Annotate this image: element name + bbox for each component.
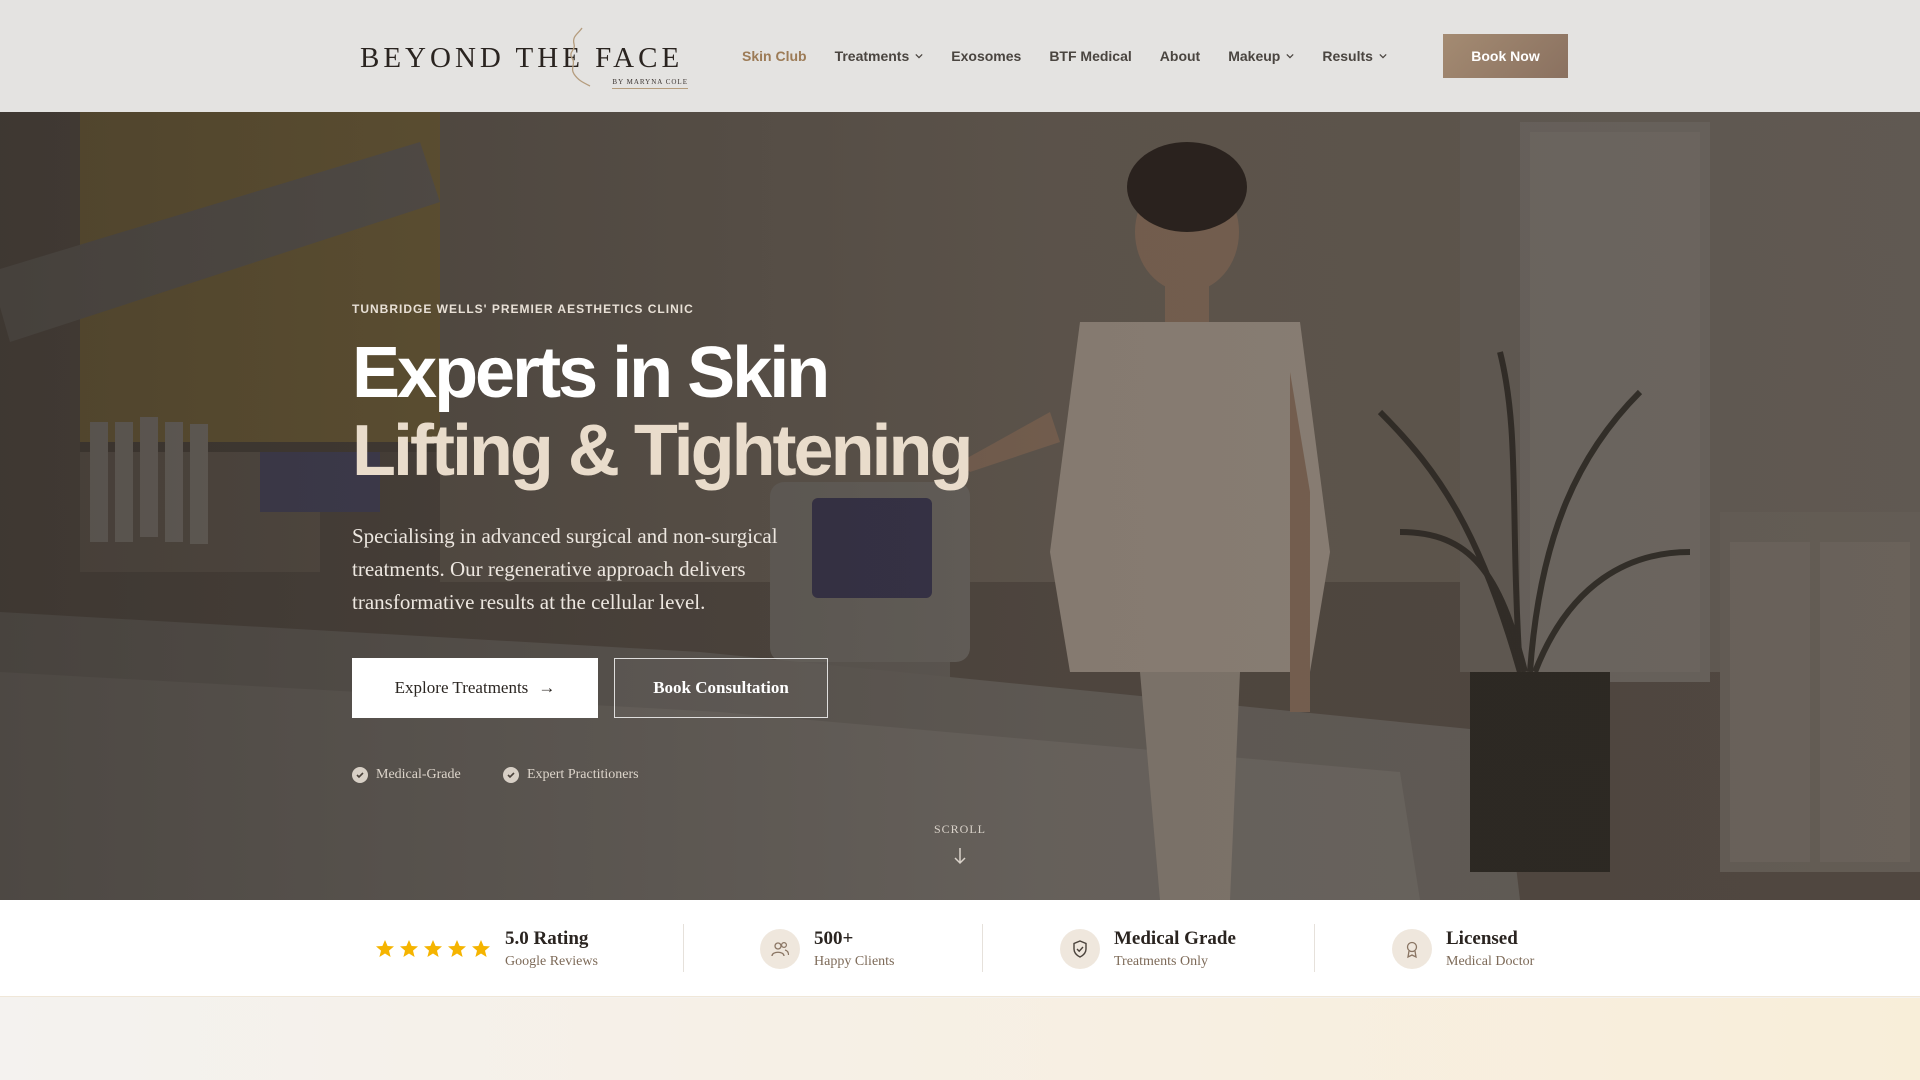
feature-expert-practitioners: Expert Practitioners (503, 767, 639, 783)
scroll-label[interactable]: SCROLL (932, 822, 988, 837)
stat-clients: 500+ Happy Clients (760, 900, 895, 997)
feature-medical-grade: Medical-Grade (352, 767, 461, 783)
nav-skin-club[interactable]: Skin Club (742, 48, 807, 64)
arrow-down-icon[interactable] (952, 846, 968, 866)
stat-subtitle: Happy Clients (814, 953, 895, 969)
nav-label: Results (1322, 48, 1373, 64)
feature-label: Medical-Grade (376, 767, 461, 782)
next-section-background (0, 998, 1920, 1080)
stat-divider (1314, 924, 1315, 972)
nav-exosomes[interactable]: Exosomes (951, 48, 1021, 64)
star-icon (400, 939, 418, 957)
feature-label: Expert Practitioners (527, 767, 639, 782)
arrow-right-icon: → (538, 678, 556, 697)
star-icon (472, 939, 490, 957)
nav-label: About (1159, 48, 1201, 64)
site-header: BEYOND THE FACE BY MARYNA COLE Skin Club… (0, 0, 1920, 112)
hero-headline-line1: Experts in Skin (352, 333, 830, 413)
main-nav: Skin Club Treatments Exosomes BTF Medica… (742, 0, 1415, 112)
stat-divider (683, 924, 684, 972)
nav-makeup[interactable]: Makeup (1228, 48, 1294, 64)
shield-check-icon (1060, 928, 1100, 969)
hero-lead: Specialising in advanced surgical and no… (352, 524, 778, 614)
logo-wordmark: BEYOND THE FACE (360, 42, 684, 74)
logo-byline: BY MARYNA COLE (612, 78, 688, 89)
hero-eyebrow: TUNBRIDGE WELLS' PREMIER AESTHETICS CLIN… (352, 302, 694, 316)
check-circle-icon (503, 767, 519, 783)
stat-title: Licensed (1446, 927, 1518, 949)
hero-overlay (0, 112, 1920, 900)
stat-title: Medical Grade (1114, 927, 1236, 949)
stat-rating: 5.0 Rating Google Reviews (375, 900, 598, 997)
book-consultation-button[interactable]: Book Consultation (614, 658, 828, 718)
nav-treatments[interactable]: Treatments (835, 48, 924, 64)
explore-treatments-label: Explore Treatments (394, 678, 529, 697)
trust-stats-bar: 5.0 Rating Google Reviews 500+ Happy Cli… (0, 900, 1920, 997)
stat-subtitle: Treatments Only (1114, 953, 1208, 969)
stat-subtitle: Medical Doctor (1446, 953, 1535, 969)
chevron-down-icon (1379, 53, 1387, 59)
nav-results[interactable]: Results (1322, 48, 1387, 64)
chevron-down-icon (1286, 53, 1294, 59)
nav-label: Makeup (1228, 48, 1281, 64)
nav-label: Treatments (834, 48, 910, 64)
book-now-button[interactable]: Book Now (1443, 34, 1568, 78)
logo-face-line-icon (570, 27, 591, 87)
stat-licensed: Licensed Medical Doctor (1392, 900, 1534, 997)
nav-btf-medical[interactable]: BTF Medical (1049, 48, 1131, 64)
star-icon (448, 939, 466, 957)
stat-title: 5.0 Rating (505, 927, 589, 949)
nav-label: Exosomes (951, 48, 1022, 64)
hero-section: TUNBRIDGE WELLS' PREMIER AESTHETICS CLIN… (0, 112, 1920, 900)
star-icon (376, 939, 394, 957)
chevron-down-icon (915, 53, 923, 59)
stat-divider (982, 924, 983, 972)
logo[interactable]: BEYOND THE FACE BY MARYNA COLE (360, 26, 690, 89)
explore-treatments-button[interactable]: Explore Treatments → (352, 658, 598, 718)
stat-title: 500+ (814, 927, 854, 949)
hero-headline-line2: Lifting & Tightening (352, 411, 974, 491)
check-circle-icon (352, 767, 368, 783)
stat-subtitle: Google Reviews (505, 953, 598, 969)
nav-label: BTF Medical (1049, 48, 1132, 64)
star-icon (424, 939, 442, 957)
award-icon (1392, 928, 1432, 969)
star-rating (375, 939, 491, 959)
nav-about[interactable]: About (1160, 48, 1200, 64)
nav-label: Skin Club (742, 48, 807, 64)
users-icon (760, 928, 800, 969)
stat-medical-grade: Medical Grade Treatments Only (1060, 900, 1236, 997)
